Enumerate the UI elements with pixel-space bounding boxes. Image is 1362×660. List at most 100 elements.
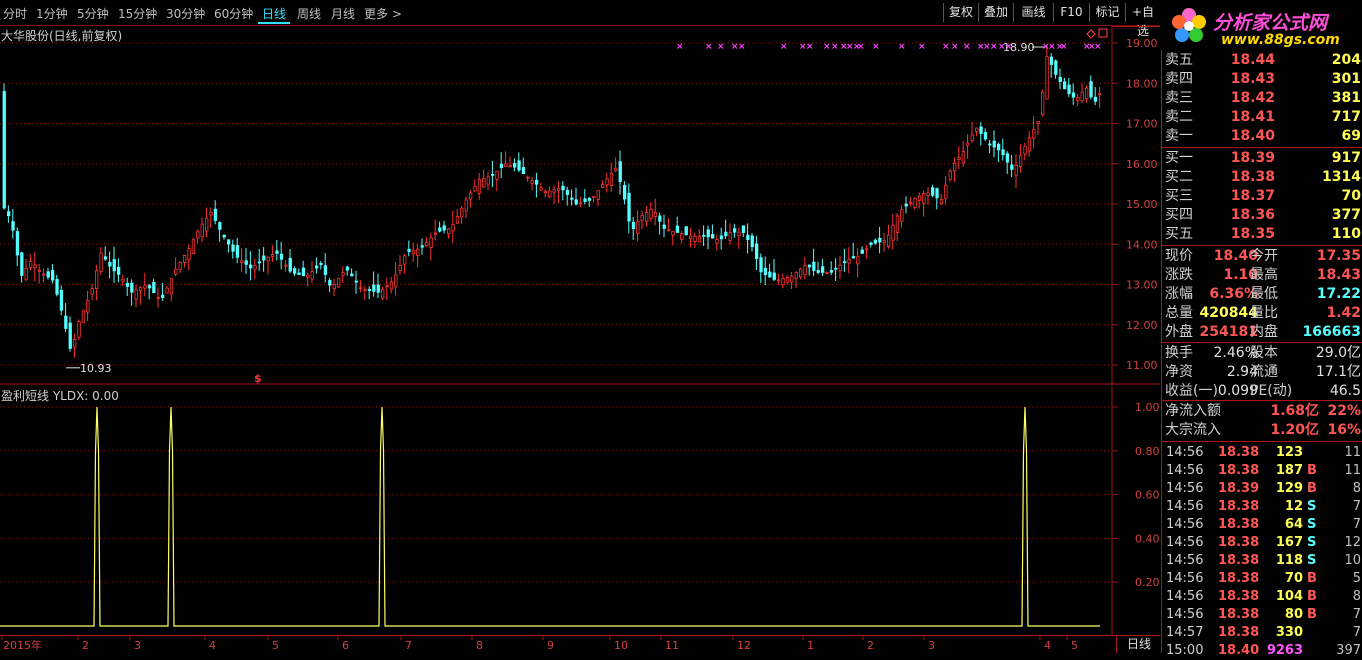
candle-body [64,315,68,329]
candle-body [323,265,328,275]
stat-row: 涨幅 6.36% 最低 17.22 [1162,285,1362,304]
toolbar-button-3[interactable]: F10 [1053,3,1089,22]
period-button[interactable]: 日线 [1116,636,1161,653]
candle-body [711,234,715,239]
candle-body [108,261,112,267]
candle-body [42,273,46,276]
trade-side: B [1307,571,1317,586]
timeframe-tab-2[interactable]: 5分钟 [77,5,109,22]
signal-cross-marker: × [806,42,814,52]
toolbar-button-2[interactable]: 画线 [1013,3,1053,22]
bid-volume: 377 [1331,207,1361,223]
indicator-tick-label: 0.80 [1135,445,1160,458]
money-flow-row: 净流入额 1.68亿 22% [1162,402,1362,421]
ask-row: 卖一 18.40 69 [1162,127,1362,146]
kline-canvas[interactable]: 19.00 18.00 17.00 16.00 15.00 14.00 13.00 12.00… [0,26,1160,385]
date-axis: 2015年 2 3 4 5 6 7 8 9 10 11 12 1 2 3 4 5 日线 [0,635,1160,654]
date-tick-label: 2 [867,639,874,652]
candle-body [196,230,200,239]
stat-label: 总量 [1165,305,1193,321]
candle-body [746,234,750,240]
timeframe-tab-6[interactable]: 日线 [262,5,286,22]
tick-trade-row: 14:56 18.38 167 S 12 [1162,534,1362,552]
timeframe-tab-5[interactable]: 60分钟 [214,5,253,22]
toolbar-button-1[interactable]: 叠加 [978,3,1013,22]
timeframe-tab-3[interactable]: 15分钟 [118,5,157,22]
trade-time: 14:56 [1166,553,1204,568]
trade-time: 14:57 [1166,625,1204,640]
bid-row: 买二 18.38 1314 [1162,168,1362,187]
candle-body [117,266,121,275]
candle-body [455,216,460,224]
trade-count: 7 [1352,625,1361,640]
timeframe-tab-9[interactable]: 更多 > [364,5,402,22]
candle-body [1019,155,1023,168]
timeframe-tab-0[interactable]: 分时 [3,5,27,22]
candle-body [975,127,979,132]
square-icon[interactable] [1098,28,1108,38]
candle-body [741,225,746,233]
ask-price: 18.40 [1230,128,1275,144]
candle-body [367,289,372,291]
candle-body [68,322,72,349]
candle-body [288,257,292,272]
trade-price: 18.38 [1218,463,1260,478]
candle-body [270,254,275,257]
candle-body [944,184,948,199]
stat-label: 现价 [1165,248,1193,264]
price-tick-label: 12.00 [1126,319,1158,332]
yldx-signal-line [0,406,1100,627]
timeframe-tab-4[interactable]: 30分钟 [166,5,205,22]
indicator-panel[interactable]: 1.00 0.80 0.60 0.40 0.20 盈利短线 YLDX: 0.00 [0,386,1160,635]
trade-price: 18.38 [1218,535,1260,550]
candle-body [209,211,213,216]
date-tick-label: 7 [405,639,412,652]
stat-row: 现价 18.40 今开 17.35 [1162,247,1362,266]
candle-body [988,143,992,146]
indicator-canvas[interactable]: 1.00 0.80 0.60 0.40 0.20 [0,386,1160,635]
diamond-icon[interactable] [1086,29,1096,39]
candle-body [728,232,732,241]
kline-chart[interactable]: 19.00 18.00 17.00 16.00 15.00 14.00 13.00 12.00… [0,26,1160,385]
candle-body [1063,81,1067,90]
candle-body [490,174,495,176]
bid-row: 买五 18.35 110 [1162,225,1362,244]
candle-body [341,272,345,276]
timeframe-tab-8[interactable]: 月线 [331,5,355,22]
timeframe-tab-7[interactable]: 周线 [297,5,321,22]
candle-body [803,264,807,275]
candle-body [95,270,99,289]
date-tick-label: 5 [272,639,279,652]
candle-body [433,232,438,235]
stat-row: 外盘 254181 内盘 166663 [1162,323,1362,342]
candle-body [213,208,218,221]
trade-count: 7 [1352,607,1361,622]
candle-body [979,126,983,134]
toolbar-button-4[interactable]: 标记 [1089,3,1125,22]
candle-body [917,195,922,201]
candle-body [499,163,504,169]
candle-body [376,284,380,293]
timeframe-tab-1[interactable]: 1分钟 [36,5,68,22]
trade-price: 18.38 [1218,589,1260,604]
bid-label: 买四 [1165,207,1193,223]
indicator-tick-label: 0.20 [1135,576,1160,589]
bid-price: 18.39 [1230,150,1275,166]
chart-title: 大华股份(日线,前复权) [1,29,123,43]
candle-body [182,254,187,263]
candle-body [733,228,737,233]
candle-body [618,161,622,182]
ask-row: 卖五 18.44 204 [1162,51,1362,70]
toolbar-button-0[interactable]: 复权 [943,3,978,22]
candle-body [59,289,64,311]
stat-label: 量比 [1250,305,1278,321]
trade-volume: 129 [1275,481,1303,496]
stat-label: 今开 [1250,248,1278,264]
candle-body [482,177,486,188]
candle-body [398,264,402,272]
trade-time: 14:56 [1166,445,1204,460]
toolbar-button-5[interactable]: +自选 [1125,3,1160,38]
trade-time: 14:56 [1166,535,1204,550]
candle-body [73,338,77,348]
trade-price: 18.39 [1218,481,1260,496]
